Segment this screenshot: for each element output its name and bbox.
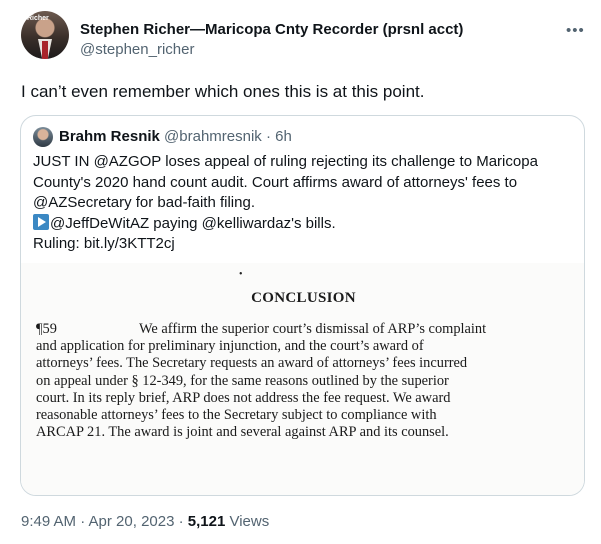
quoted-text-line: JUST IN @AZGOP loses appeal of ruling re…: [33, 153, 538, 170]
author-handle[interactable]: @stephen_richer: [80, 41, 194, 58]
play-button-emoji-icon: [33, 213, 49, 230]
ruling-link-line: Ruling: bit.ly/3KTT2cj: [33, 235, 175, 252]
play-line-text: @JeffDeWitAZ paying @kelliwardaz's bills…: [50, 214, 336, 232]
more-icon[interactable]: •••: [566, 22, 585, 39]
views-count: 5,121: [187, 513, 226, 530]
document-paragraph: ¶59 We affirm the superior court’s dismis…: [36, 321, 551, 441]
quoted-tweet-card[interactable]: Brahm Resnik @brahmresnik · 6h JUST IN @…: [20, 115, 585, 496]
tweet-text: I can’t even remember which ones this is…: [21, 82, 425, 101]
avatar-tie: [42, 41, 48, 59]
author-name[interactable]: Stephen Richer—Maricopa Cnty Recorder (p…: [80, 21, 463, 38]
tweet-timestamp[interactable]: 9:49 AM · Apr 20, 2023 ·: [21, 513, 188, 530]
quoted-tweet-text: JUST IN @AZGOP loses appeal of ruling re…: [33, 152, 573, 255]
quoted-author-name: Brahm Resnik: [59, 128, 160, 145]
document-line: attorneys’ fees. The Secretary requests …: [36, 355, 468, 372]
document-mark: •: [239, 269, 243, 280]
quoted-author-handle-time: @brahmresnik · 6h: [164, 128, 292, 145]
quoted-text-line: @AZSecretary for bad-faith filing.: [33, 194, 255, 211]
document-line: ARCAP 21. The award is joint and several…: [36, 424, 449, 441]
document-title: CONCLUSION: [251, 290, 356, 306]
document-line: on appeal under § 12-349, for the same r…: [36, 372, 449, 389]
views-label: Views: [225, 513, 270, 530]
paragraph-number: ¶59: [36, 321, 57, 337]
document-line: reasonable attorneys’ fees to the Secret…: [36, 407, 437, 424]
quoted-text-line-play: @JeffDeWitAZ paying @kelliwardaz's bills…: [33, 213, 573, 235]
document-first-line: We affirm the superior court’s dismissal…: [139, 321, 487, 337]
quoted-tweet-header: Brahm Resnik @brahmresnik · 6h: [59, 128, 292, 145]
document-line: ¶59 We affirm the superior court’s dismis…: [36, 321, 551, 338]
quoted-author-avatar: [33, 127, 53, 147]
avatar-tag: Richer: [27, 15, 49, 22]
quoted-text-line: County's 2020 hand count audit. Court af…: [33, 173, 518, 191]
tweet-meta: 9:49 AM · Apr 20, 2023 · 5,121 Views: [21, 513, 269, 530]
court-document-image[interactable]: • CONCLUSION ¶59 We affirm the superior c…: [21, 263, 584, 495]
document-line: and application for preliminary injuncti…: [36, 338, 424, 355]
author-avatar[interactable]: Richer: [21, 11, 69, 59]
document-line: court. In its reply brief, ARP does not …: [36, 389, 451, 406]
